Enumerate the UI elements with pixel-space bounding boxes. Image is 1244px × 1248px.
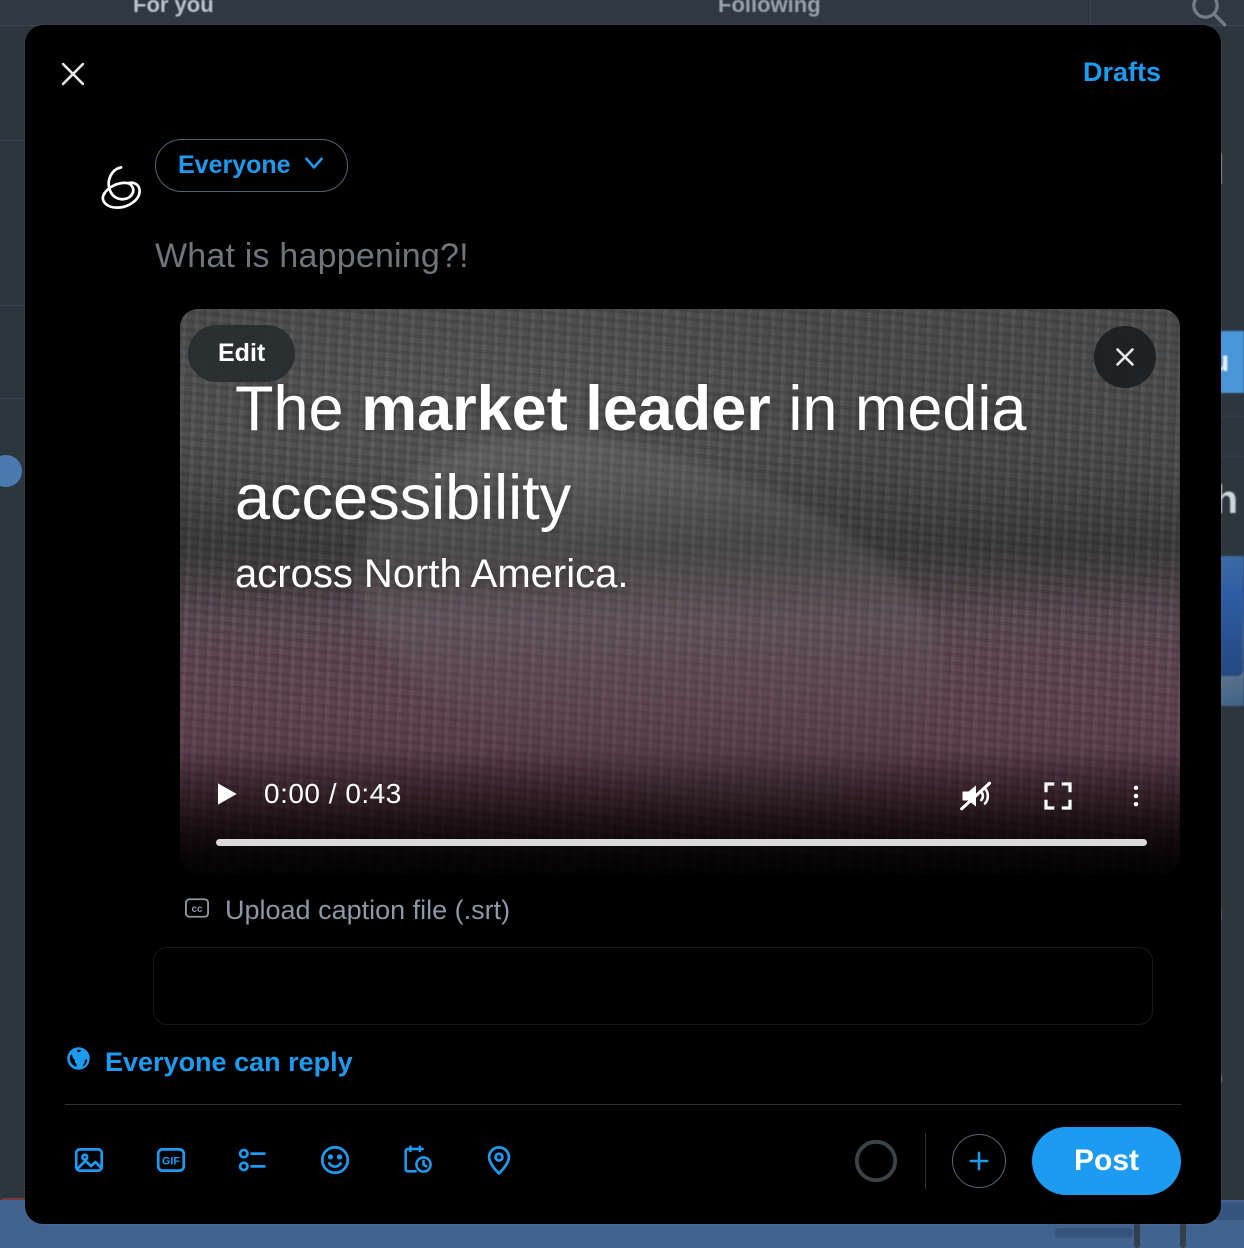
globe-icon — [65, 1045, 92, 1079]
add-another-post-button[interactable] — [951, 1134, 1006, 1188]
upload-caption-file-button[interactable]: cc Upload caption file (.srt) — [183, 894, 510, 927]
reply-audience-button[interactable]: Everyone can reply — [65, 1045, 353, 1079]
poll-button[interactable] — [229, 1136, 277, 1184]
play-icon[interactable] — [210, 778, 242, 810]
post-button[interactable]: Post — [1031, 1127, 1181, 1195]
gif-button[interactable]: GIF — [147, 1136, 195, 1184]
more-vertical-icon[interactable] — [1122, 782, 1150, 810]
upload-caption-label: Upload caption file (.srt) — [225, 895, 511, 925]
fullscreen-icon[interactable] — [1042, 780, 1074, 812]
video-controls: 0:00 / 0:43 — [180, 764, 1180, 874]
svg-text:GIF: GIF — [162, 1156, 180, 1168]
video-subline: across North America. — [235, 552, 629, 596]
chevron-down-icon — [301, 149, 327, 182]
remove-video-button[interactable] — [1094, 326, 1156, 388]
video-headline-part1: The — [235, 374, 362, 444]
video-headline: The market leader in media accessibility — [235, 365, 1120, 544]
search-icon[interactable] — [1188, 0, 1228, 28]
bg-tab-for-you[interactable]: For you — [133, 0, 214, 18]
close-icon[interactable] — [49, 50, 97, 98]
avatar[interactable] — [83, 151, 155, 223]
tag-people-area[interactable] — [153, 947, 1153, 1025]
reply-audience-label: Everyone can reply — [105, 1046, 353, 1077]
video-headline-strong: market leader — [361, 374, 771, 444]
location-button[interactable] — [475, 1136, 523, 1184]
cc-icon: cc — [183, 894, 211, 927]
emoji-button[interactable] — [311, 1136, 359, 1184]
video-attachment[interactable]: The market leader in media accessibility… — [180, 309, 1180, 874]
composer-row: Everyone What is happening?! The market … — [25, 121, 1221, 927]
video-time-display: 0:00 / 0:43 — [264, 778, 402, 809]
media-button[interactable] — [65, 1136, 113, 1184]
audience-label: Everyone — [178, 151, 291, 179]
toolbar-vertical-divider — [924, 1133, 926, 1189]
bg-top-navigation: For you Following — [0, 0, 1244, 28]
bg-tab-following[interactable]: Following — [718, 0, 821, 18]
composer-toolbar: GIF Post — [65, 1105, 1181, 1215]
svg-text:cc: cc — [191, 904, 203, 915]
volume-muted-icon[interactable] — [958, 778, 994, 814]
video-progress-bar[interactable] — [216, 839, 1147, 846]
character-count-ring — [853, 1138, 899, 1184]
schedule-button[interactable] — [393, 1136, 441, 1184]
audience-selector-button[interactable]: Everyone — [155, 139, 348, 192]
edit-video-button[interactable]: Edit — [188, 325, 296, 382]
compose-post-modal: Drafts Everyone What is happening?! The … — [25, 25, 1221, 1224]
modal-header: Drafts — [25, 25, 1221, 121]
drafts-button[interactable]: Drafts — [1071, 51, 1173, 94]
post-text-input[interactable]: What is happening?! — [155, 237, 1221, 276]
